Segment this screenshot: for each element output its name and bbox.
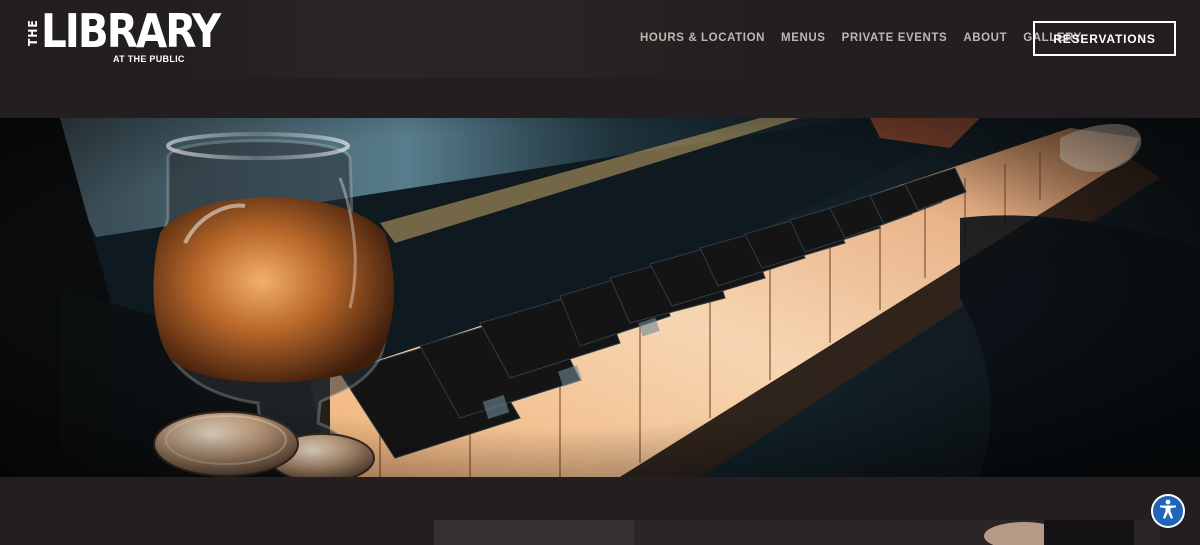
reservations-button[interactable]: RESERVATIONS [1033,21,1176,56]
site-header: THE LIBRARY AT THE PUBLIC HOURS & LOCATI… [0,0,1200,118]
nav-about[interactable]: ABOUT [963,32,1007,44]
site-logo[interactable]: THE LIBRARY AT THE PUBLIC [26,6,221,67]
nav-private-events[interactable]: PRIVATE EVENTS [842,32,948,44]
logo-subtitle: AT THE PUBLIC [113,54,185,64]
hero-image [0,118,1200,477]
piano-brandy-photo [0,118,1200,477]
nav-menus[interactable]: MENUS [781,32,826,44]
accessibility-person-icon [1157,498,1179,524]
main-nav: HOURS & LOCATION MENUS PRIVATE EVENTS AB… [640,30,1098,46]
logo-the: THE [26,19,40,47]
content-image-preview [434,520,1160,545]
logo-library: LIBRARY [41,3,221,59]
accessibility-button[interactable] [1151,494,1185,528]
nav-hours-location[interactable]: HOURS & LOCATION [640,32,765,44]
